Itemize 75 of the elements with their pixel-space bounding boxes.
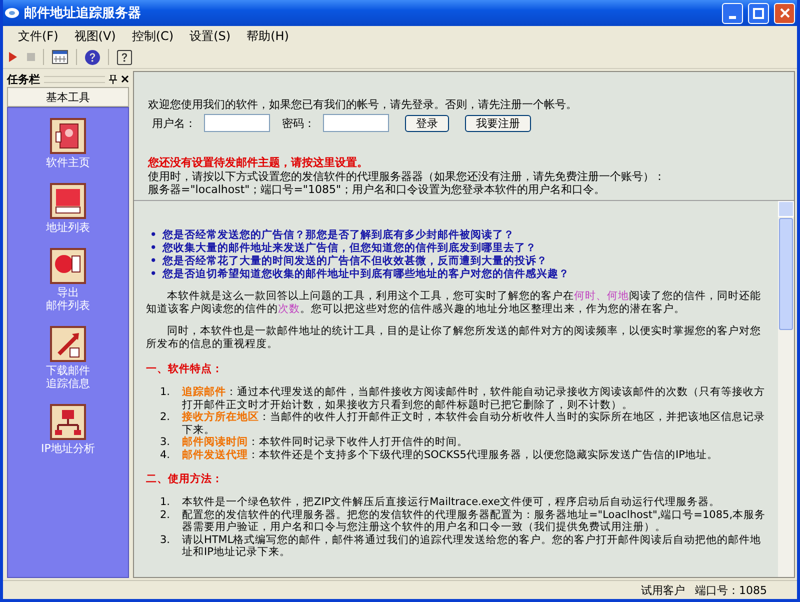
- app-icon: [5, 7, 19, 19]
- menu-item[interactable]: 帮助(H): [240, 28, 296, 44]
- password-label: 密码：: [282, 116, 315, 130]
- pane-title: 任务栏: [7, 72, 40, 86]
- section-heading: 二、使用方法：: [146, 473, 224, 486]
- play-icon: [9, 52, 17, 62]
- tool-link[interactable]: 地址列表: [46, 221, 90, 234]
- download-tool-icon: [50, 326, 86, 362]
- item-number: 2.: [160, 508, 172, 522]
- menu-item[interactable]: 设置(S): [182, 28, 238, 44]
- close-icon: [780, 8, 790, 18]
- stop-icon: [27, 53, 35, 61]
- register-button[interactable]: 我要注册: [465, 114, 531, 132]
- window-title: 邮件地址追踪服务器: [24, 4, 142, 22]
- tool-link[interactable]: 导出 邮件列表: [46, 286, 90, 312]
- question-item: 您收集大量的邮件地址来发送广告信，但您知道您的信件到底发到哪里去了？: [162, 242, 537, 255]
- scroll-thumb[interactable]: [779, 218, 793, 330]
- tool-link[interactable]: 软件主页: [46, 156, 90, 169]
- list-tool-icon: [50, 183, 86, 219]
- list-item-text: 追踪邮件：通过本代理发送的邮件，当邮件接收方阅读邮件时，软件能自动记录接收方阅读该邮件的次数（只有等接收方打开邮件正文时才开始计数，如果接收方只看到您的邮件标题时已把它删除了，则不计数）。: [182, 386, 766, 410]
- list-item-text: 请以HTML格式编写您的邮件，邮件将通过我们的追踪代理发送给您的客户。您的客户打开邮件阅读后自动把他的邮件地址和IP地址记录下来。: [182, 534, 762, 558]
- scrollbar[interactable]: [778, 201, 794, 577]
- item-number: 1.: [160, 386, 172, 400]
- instruction-text: 服务器="localhost"；端口号="1085"；用户名和口令设置为您登录本软件的用户名和口令。: [148, 183, 606, 196]
- maximize-button[interactable]: [748, 2, 769, 24]
- list-item-text: 接收方所在地区：当邮件的收件人打开邮件正文时，本软件会自动分析收件人当时的实际所在地区，并把该地区信息记录下来。: [182, 411, 766, 436]
- tool-link[interactable]: 下载邮件 追踪信息: [46, 364, 90, 390]
- bullet: •: [150, 229, 157, 242]
- setup-link[interactable]: 您还没有设置待发邮件主题，请按这里设置。: [148, 155, 780, 170]
- tool-link[interactable]: IP地址分析: [41, 442, 95, 455]
- section-heading: 一、软件特点：: [146, 363, 224, 376]
- login-button[interactable]: 登录: [405, 114, 449, 132]
- menu-item[interactable]: 文件(F): [11, 28, 66, 44]
- bullet: •: [150, 255, 157, 268]
- maximize-icon: [753, 8, 764, 18]
- toolbar-grid-button[interactable]: [50, 47, 70, 67]
- username-field[interactable]: [204, 114, 270, 132]
- item-number: 2.: [160, 411, 172, 425]
- list-item-text: 邮件阅读时间：本软件同时记录下收件人打开信件的时间。: [182, 436, 469, 448]
- item-number: 3.: [160, 534, 172, 548]
- bullet: •: [150, 268, 157, 281]
- minimize-icon: [729, 16, 736, 18]
- item-number: 3.: [160, 436, 172, 448]
- list-item-text: 邮件发送代理：本软件还是个支持多个下级代理的SOCKS5代理服务器，以便您隐藏实际发送广告信的IP地址。: [182, 448, 719, 461]
- section-header[interactable]: 基本工具: [7, 87, 129, 107]
- close-icon[interactable]: [121, 75, 129, 83]
- status-user: 试用客户: [641, 582, 685, 598]
- paragraph: 同时，本软件也是一款邮件地址的统计工具，目的是让你了解您所发送的邮件对方的阅读频率，以便实时掌握您的客户对您所发布的信息的重视程度。: [146, 325, 762, 351]
- ip-tool-icon: [50, 404, 86, 440]
- bullet: •: [150, 242, 157, 255]
- export-tool-icon: [50, 248, 86, 284]
- grid-icon: [52, 50, 68, 64]
- question-item: 您是否经常发送您的广告信？那您是否了解到底有多少封邮件被阅读了？: [162, 229, 515, 242]
- close-button[interactable]: [774, 2, 795, 24]
- list-item-text: 本软件是一个绿色软件，把ZIP文件解压后直接运行Mailtrace.exe文件便可，程序启动后自动运行代理服务器。: [182, 496, 722, 508]
- question-item: 您是否经常花了大量的时间发送的广告信不但收效甚微，反而遭到大量的投诉？: [162, 255, 548, 268]
- username-label: 用户名：: [152, 116, 196, 130]
- help-icon: [117, 50, 132, 64]
- welcome-text: 欢迎您使用我们的软件，如果您已有我们的帐号，请先登录。否则，请先注册一个帐号。: [148, 98, 578, 111]
- minimize-button[interactable]: [722, 2, 743, 24]
- item-number: 4.: [160, 448, 172, 461]
- home-tool-icon: [50, 118, 86, 154]
- list-item-text: 配置您的发信软件的代理服务器。把您的发信软件的代理服务器配置为：服务器地址="Loaclhost",端口号=1085,本服务器需要用户验证，用户名和口令与您注册这个软件的用户名和口令一致（我们提供免费试用注册）。: [182, 508, 767, 534]
- question-item: 您是否迫切希望知道您收集的邮件地址中到底有哪些地址的客户对您的信件感兴趣？: [162, 268, 570, 281]
- pin-icon[interactable]: [109, 74, 117, 84]
- paragraph: 本软件就是这么一款回答以上问题的工具，利用这个工具，您可实时了解您的客户在何时、何地阅读了您的信件，同时还能知道该客户阅读您的信件的次数。您可以把这些对您的信件感兴趣的地址分地区整理出来，作为您的潜在客户。: [146, 290, 762, 316]
- password-field[interactable]: [323, 114, 389, 132]
- menu-item[interactable]: 视图(V): [67, 28, 123, 44]
- toolbar-help-button[interactable]: [83, 47, 102, 67]
- item-number: 1.: [160, 496, 172, 508]
- help-icon: [85, 50, 100, 64]
- instruction-text: 使用时，请按以下方式设置您的发信软件的代理服务器器（如果您还没有注册，请先免费注册一个账号）：: [148, 170, 666, 183]
- menu-item[interactable]: 控制(C): [124, 28, 181, 44]
- toolbar-help-box-button[interactable]: [115, 47, 134, 67]
- status-port: 端口号：1085: [695, 582, 767, 598]
